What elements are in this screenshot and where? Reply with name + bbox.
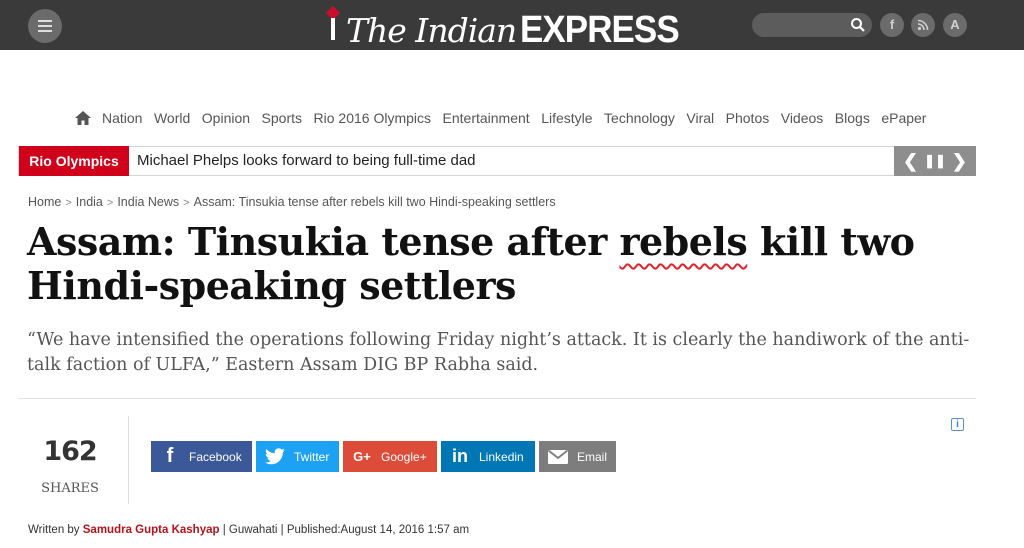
home-icon[interactable] — [74, 109, 92, 127]
twitter-share-button[interactable]: Twitter — [256, 441, 339, 472]
search-icon[interactable] — [849, 16, 867, 34]
logo-text-the-indian: The Indian — [346, 11, 517, 50]
linkedin-share-button[interactable]: in Linkedin — [441, 441, 535, 472]
nav-item-videos[interactable]: Videos — [781, 110, 824, 126]
facebook-share-button[interactable]: f Facebook — [151, 441, 252, 472]
nav-item-viral[interactable]: Viral — [686, 110, 714, 126]
site-logo[interactable]: The Indian EXPRESS — [325, 4, 693, 51]
byline-prefix: Written by — [28, 524, 83, 536]
app-store-icon[interactable]: A — [943, 13, 967, 37]
ticker-controls: ❮ ❚❚ ❯ — [894, 146, 976, 176]
chevron-right-icon[interactable]: ❯ — [952, 146, 967, 176]
button-label: Email — [577, 449, 608, 464]
article-subheadline: “We have intensified the operations foll… — [27, 330, 970, 375]
divider — [128, 416, 129, 504]
breadcrumb-home[interactable]: Home — [28, 195, 61, 209]
search-input[interactable] — [752, 13, 872, 37]
google-plus-icon: G+ — [353, 449, 371, 464]
button-label: Linkedin — [479, 449, 524, 464]
facebook-icon[interactable]: f — [880, 13, 904, 37]
main-nav: Nation World Opinion Sports Rio 2016 Oly… — [74, 106, 938, 130]
news-ticker: Rio Olympics Michael Phelps looks forwar… — [18, 146, 976, 176]
linkedin-icon: in — [452, 446, 468, 466]
googleplus-share-button[interactable]: G+ Google+ — [343, 441, 437, 472]
byline-details: | Guwahati | Published:August 14, 2016 1… — [219, 524, 470, 536]
nav-item-epaper[interactable]: ePaper — [881, 110, 926, 126]
pause-icon[interactable]: ❚❚ — [924, 146, 946, 176]
rss-icon[interactable] — [911, 13, 935, 37]
hamburger-menu-icon[interactable] — [28, 9, 62, 43]
chevron-left-icon[interactable]: ❮ — [903, 146, 918, 176]
breadcrumb: Home > India > India News > Assam: Tinsukia te… — [28, 195, 556, 209]
nav-item-photos[interactable]: Photos — [726, 110, 770, 126]
email-share-button[interactable]: Email — [539, 441, 616, 472]
breadcrumb-separator-icon: > — [106, 197, 114, 209]
nav-item-blogs[interactable]: Blogs — [835, 110, 870, 126]
nav-item-opinion[interactable]: Opinion — [202, 110, 250, 126]
facebook-icon: f — [166, 445, 174, 467]
ticker-headline-link[interactable]: Michael Phelps looks forward to being fu… — [137, 147, 476, 175]
nav-item-sports[interactable]: Sports — [262, 110, 302, 126]
ticker-label[interactable]: Rio Olympics — [19, 146, 129, 176]
button-label: Facebook — [189, 449, 242, 464]
envelope-icon — [545, 441, 571, 472]
nav-item-world[interactable]: World — [154, 110, 190, 126]
button-label: Twitter — [294, 449, 330, 464]
twitter-icon — [262, 441, 288, 472]
divider — [18, 398, 976, 399]
breadcrumb-india-news[interactable]: India News — [117, 195, 179, 209]
headline-text: Assam: Tinsukia tense after — [27, 219, 620, 264]
button-label: Google+ — [381, 449, 427, 464]
top-bar: The Indian EXPRESS f A — [0, 0, 1024, 51]
breadcrumb-separator-icon: > — [183, 197, 190, 209]
shares-label: SHARES — [41, 481, 99, 496]
spellcheck-flagged-word: rebels — [619, 219, 748, 264]
nav-item-entertainment[interactable]: Entertainment — [443, 110, 530, 126]
nav-item-nation[interactable]: Nation — [102, 110, 142, 126]
logo-text-express: EXPRESS — [520, 9, 680, 51]
byline: Written by Samudra Gupta Kashyap | Guwah… — [28, 524, 469, 536]
nav-item-technology[interactable]: Technology — [604, 110, 675, 126]
share-count: 162 — [43, 436, 97, 467]
logo-torch-icon — [325, 4, 341, 42]
author-link[interactable]: Samudra Gupta Kashyap — [83, 524, 220, 536]
ad-info-icon[interactable]: i — [951, 418, 964, 431]
nav-item-lifestyle[interactable]: Lifestyle — [541, 110, 592, 126]
breadcrumb-current: Assam: Tinsukia tense after rebels kill … — [193, 195, 556, 209]
breadcrumb-india[interactable]: India — [76, 195, 103, 209]
article-headline: Assam: Tinsukia tense after rebels kill … — [27, 220, 997, 308]
breadcrumb-separator-icon: > — [65, 197, 72, 209]
nav-item-rio-olympics[interactable]: Rio 2016 Olympics — [314, 110, 432, 126]
